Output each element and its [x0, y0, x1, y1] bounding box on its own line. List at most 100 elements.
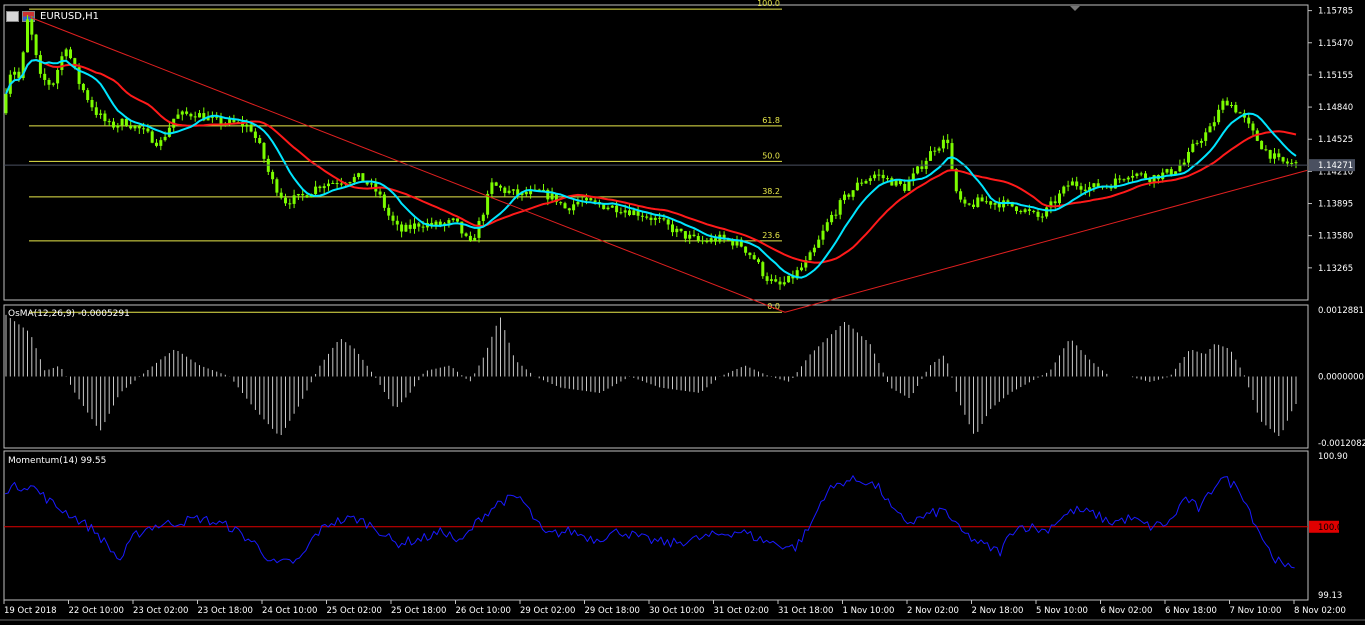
candle-body [894, 180, 898, 186]
candle-body [658, 217, 662, 219]
candle-body [116, 125, 120, 128]
candle-body [189, 113, 193, 117]
candle-body [653, 217, 657, 220]
candle-body [679, 228, 683, 232]
candle-body [473, 237, 477, 241]
trading-chart[interactable]: 100.061.850.038.223.60.0 OsMA(12,26,9) -… [0, 0, 1365, 625]
candle-body [688, 234, 692, 239]
candle-body [262, 143, 266, 159]
candle-body [314, 186, 318, 195]
current-price-label: 1.14271 [1318, 161, 1353, 171]
candle-body [963, 199, 967, 204]
candle-body [38, 55, 42, 74]
time-tick-label: 25 Oct 02:00 [327, 606, 382, 616]
candle-body [456, 218, 459, 222]
fibo-level-label: 38.2 [762, 187, 780, 196]
candle-body [26, 19, 29, 53]
candle-body [1247, 117, 1251, 124]
candle-body [327, 183, 330, 187]
candle-body [967, 203, 971, 205]
candle-body [1281, 157, 1285, 162]
moving-averages [5, 59, 1297, 279]
candle-body [843, 194, 846, 201]
candle-body [1118, 178, 1122, 180]
candle-body [107, 121, 111, 123]
candle-body [628, 210, 631, 216]
pane-frame-0 [3, 4, 1309, 301]
candle-body [563, 203, 567, 209]
candle-body [825, 222, 829, 231]
candle-body [228, 119, 232, 124]
candle-body [696, 236, 700, 241]
candle-body [142, 128, 146, 130]
osma-tick-label: 0.0000000 [1318, 373, 1364, 383]
candle-body [1234, 104, 1238, 113]
candle-body [86, 90, 90, 100]
time-tick-label: 8 Nov 02:00 [1294, 606, 1346, 616]
candle-body [387, 207, 391, 216]
candle-body [649, 217, 653, 220]
candle-body [421, 226, 425, 228]
candle-body [1053, 201, 1057, 204]
candle-body [744, 246, 748, 253]
candle-body [817, 239, 821, 248]
candle-body [1208, 126, 1212, 133]
candle-body [589, 198, 593, 201]
candle-body [378, 191, 382, 195]
candle-body [1204, 132, 1208, 141]
candle-body [1019, 211, 1023, 213]
time-tick-label: 29 Oct 02:00 [520, 606, 575, 616]
candle-body [400, 224, 404, 232]
candle-body [886, 178, 889, 180]
momentum-level-label: 100.00 [1318, 523, 1348, 533]
candle-body [593, 200, 597, 202]
candle-body [692, 234, 696, 237]
candle-body [219, 117, 223, 125]
candle-body [812, 247, 816, 253]
candle-body [1238, 112, 1242, 114]
candle-body [279, 192, 283, 198]
candle-body [787, 275, 791, 283]
fibonacci-retracement[interactable]: 100.061.850.038.223.60.0 [29, 0, 782, 313]
candle-body [499, 185, 502, 188]
candle-body [632, 210, 636, 216]
candle-body [550, 193, 554, 200]
candle-body [1191, 143, 1195, 152]
candle-body [1294, 162, 1298, 164]
candle-body [1092, 183, 1096, 188]
candle-body [748, 252, 752, 256]
time-tick-label: 31 Oct 02:00 [714, 606, 769, 616]
candle-body [1135, 173, 1139, 176]
candle-body [180, 111, 184, 115]
candle-body [860, 182, 864, 184]
fibo-level-label: 23.6 [762, 231, 780, 240]
candle-body [959, 191, 963, 200]
candle-body [193, 116, 197, 118]
candle-body [129, 126, 133, 129]
candle-body [322, 186, 326, 189]
momentum-tick-label: 99.13 [1318, 591, 1342, 601]
candle-body [916, 166, 920, 174]
candle-body [159, 140, 163, 146]
candle-body [167, 127, 171, 137]
candle-body [864, 181, 868, 184]
candle-body [929, 151, 932, 161]
candle-body [808, 252, 812, 261]
candle-body [559, 202, 563, 204]
time-axis: 19 Oct 2018 22 Oct 10:00 23 Oct 02:00 23 Oc… [3, 600, 1346, 616]
candle-body [185, 111, 189, 114]
candle-body [834, 214, 838, 216]
candle-body [615, 205, 619, 213]
candle-body [585, 198, 588, 201]
candle-body [705, 241, 709, 243]
candle-body [335, 182, 339, 184]
candle-body [954, 168, 958, 192]
time-tick-label: 1 Nov 10:00 [843, 606, 895, 616]
candle-body [90, 99, 94, 108]
candle-body [1273, 153, 1276, 159]
candle-body [494, 182, 498, 186]
candle-body [821, 230, 825, 240]
candle-body [830, 214, 834, 223]
candle-body [339, 183, 343, 185]
time-tick-label: 6 Nov 18:00 [1165, 606, 1217, 616]
